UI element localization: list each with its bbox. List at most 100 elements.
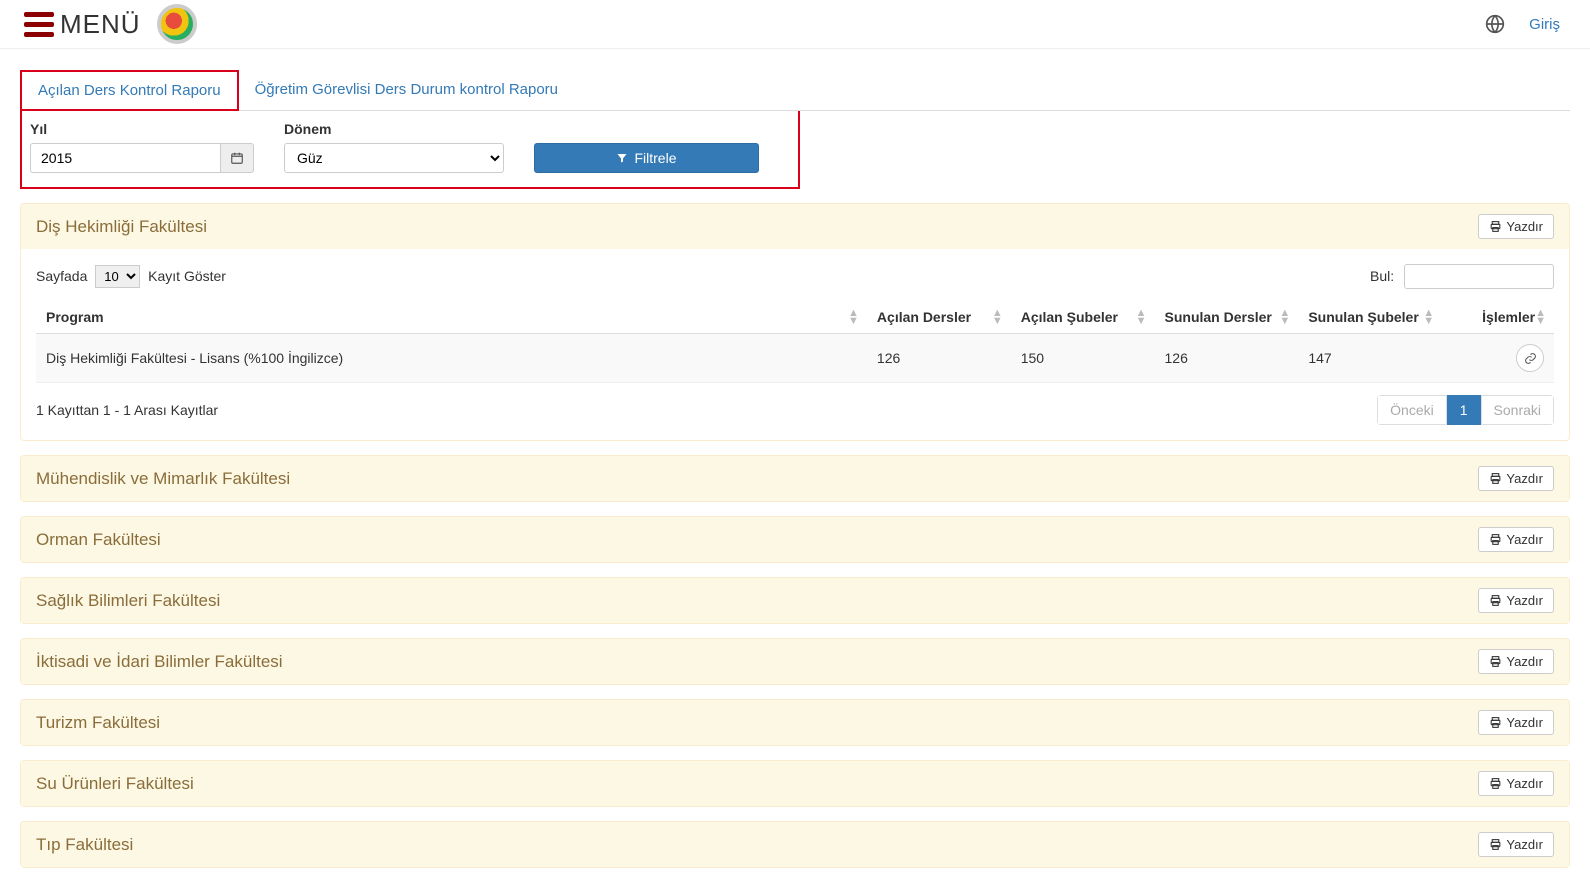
panel-title: Mühendislik ve Mimarlık Fakültesi — [36, 469, 290, 489]
year-label: Yıl — [30, 121, 254, 137]
panel-heading[interactable]: İktisadi ve İdari Bilimler Fakültesi Yaz… — [21, 639, 1569, 684]
faculty-panel: Sağlık Bilimleri Fakültesi Yazdır — [20, 577, 1570, 624]
print-button[interactable]: Yazdır — [1478, 466, 1554, 491]
navbar-left: MENÜ — [24, 4, 197, 44]
print-icon — [1489, 777, 1502, 790]
login-link[interactable]: Giriş — [1529, 16, 1560, 33]
filter-button-label: Filtrele — [634, 150, 676, 166]
print-button[interactable]: Yazdır — [1478, 649, 1554, 674]
data-table: Program▲▼ Açılan Dersler▲▼ Açılan Şubele… — [36, 301, 1554, 383]
filter-submit: Filtrele — [534, 143, 759, 173]
cell-actions — [1442, 334, 1554, 383]
globe-icon[interactable] — [1485, 14, 1505, 34]
sort-icon: ▲▼ — [992, 309, 1001, 325]
print-button[interactable]: Yazdır — [1478, 588, 1554, 613]
page-prev[interactable]: Önceki — [1377, 395, 1447, 425]
panel-title: Diş Hekimliği Fakültesi — [36, 217, 207, 237]
panel-heading[interactable]: Orman Fakültesi Yazdır — [21, 517, 1569, 562]
panel-title: Su Ürünleri Fakültesi — [36, 774, 194, 794]
funnel-icon — [616, 152, 628, 164]
cell-program: Diş Hekimliği Fakültesi - Lisans (%100 İ… — [36, 334, 867, 383]
year-input[interactable] — [30, 143, 220, 173]
sort-icon: ▲▼ — [1423, 309, 1432, 325]
faculty-panel: İktisadi ve İdari Bilimler Fakültesi Yaz… — [20, 638, 1570, 685]
pagination: Önceki 1 Sonraki — [1377, 395, 1554, 425]
panel-heading[interactable]: Su Ürünleri Fakültesi Yazdır — [21, 761, 1569, 806]
hamburger-icon — [24, 12, 54, 37]
row-link-button[interactable] — [1516, 344, 1544, 372]
term-label: Dönem — [284, 121, 504, 137]
filter-term: Dönem Güz — [284, 121, 504, 173]
table-footer: 1 Kayıttan 1 - 1 Arası Kayıtlar Önceki 1… — [36, 395, 1554, 425]
university-logo — [157, 4, 197, 44]
print-icon — [1489, 472, 1502, 485]
menu-label: MENÜ — [60, 9, 141, 40]
panel-title: Turizm Fakültesi — [36, 713, 160, 733]
print-button[interactable]: Yazdır — [1478, 710, 1554, 735]
main-container: Açılan Ders Kontrol Raporu Öğretim Görev… — [0, 69, 1590, 888]
cell-sunulan-subeler: 147 — [1298, 334, 1442, 383]
page-next[interactable]: Sonraki — [1481, 395, 1554, 425]
navbar-right: Giriş — [1485, 14, 1580, 34]
calendar-icon — [230, 151, 244, 165]
print-icon — [1489, 655, 1502, 668]
term-select[interactable]: Güz — [284, 143, 504, 173]
print-icon — [1489, 716, 1502, 729]
print-button[interactable]: Yazdır — [1478, 832, 1554, 857]
tab-open-course-report[interactable]: Açılan Ders Kontrol Raporu — [20, 70, 239, 111]
print-icon — [1489, 220, 1502, 233]
sort-icon: ▲▼ — [1136, 309, 1145, 325]
sort-icon: ▲▼ — [1279, 309, 1288, 325]
print-icon — [1489, 838, 1502, 851]
cell-acilan-subeler: 150 — [1011, 334, 1155, 383]
search-input[interactable] — [1404, 264, 1554, 289]
faculty-panel: Orman Fakültesi Yazdır — [20, 516, 1570, 563]
col-acilan-subeler[interactable]: Açılan Şubeler▲▼ — [1011, 301, 1155, 334]
print-button[interactable]: Yazdır — [1478, 527, 1554, 552]
page-length-select[interactable]: 10 — [95, 265, 140, 288]
panel-heading[interactable]: Tıp Fakültesi Yazdır — [21, 822, 1569, 867]
cell-acilan-dersler: 126 — [867, 334, 1011, 383]
panel-title: İktisadi ve İdari Bilimler Fakültesi — [36, 652, 283, 672]
col-program[interactable]: Program▲▼ — [36, 301, 867, 334]
cell-sunulan-dersler: 126 — [1155, 334, 1299, 383]
tab-instructor-course-status[interactable]: Öğretim Görevlisi Ders Durum kontrol Rap… — [239, 71, 574, 108]
page-1[interactable]: 1 — [1447, 395, 1481, 425]
faculty-panel-expanded: Diş Hekimliği Fakültesi Yazdır Sayfada 1… — [20, 203, 1570, 441]
sort-icon: ▲▼ — [848, 309, 857, 325]
filter-year: Yıl — [30, 121, 254, 173]
faculty-panel: Turizm Fakültesi Yazdır — [20, 699, 1570, 746]
sort-icon: ▲▼ — [1535, 309, 1544, 325]
panel-heading[interactable]: Mühendislik ve Mimarlık Fakültesi Yazdır — [21, 456, 1569, 501]
print-button[interactable]: Yazdır — [1478, 771, 1554, 796]
col-sunulan-dersler[interactable]: Sunulan Dersler▲▼ — [1155, 301, 1299, 334]
panel-title: Sağlık Bilimleri Fakültesi — [36, 591, 220, 611]
panel-title: Orman Fakültesi — [36, 530, 161, 550]
faculty-panel: Mühendislik ve Mimarlık Fakültesi Yazdır — [20, 455, 1570, 502]
faculty-panel: Tıp Fakültesi Yazdır — [20, 821, 1570, 868]
search-control: Bul: — [1370, 264, 1554, 289]
datatable-controls: Sayfada 10 Kayıt Göster Bul: — [36, 264, 1554, 289]
filter-bar: Yıl Dönem Güz Filtrele — [20, 111, 800, 189]
calendar-button[interactable] — [220, 143, 254, 173]
panel-title: Tıp Fakültesi — [36, 835, 133, 855]
col-acilan-dersler[interactable]: Açılan Dersler▲▼ — [867, 301, 1011, 334]
tabs-row: Açılan Ders Kontrol Raporu Öğretim Görev… — [20, 69, 1570, 111]
filter-button[interactable]: Filtrele — [534, 143, 759, 173]
top-navbar: MENÜ Giriş — [0, 0, 1590, 49]
panel-body: Sayfada 10 Kayıt Göster Bul: Program▲▼ A… — [21, 249, 1569, 440]
faculty-panel: Su Ürünleri Fakültesi Yazdır — [20, 760, 1570, 807]
panel-heading[interactable]: Sağlık Bilimleri Fakültesi Yazdır — [21, 578, 1569, 623]
col-sunulan-subeler[interactable]: Sunulan Şubeler▲▼ — [1298, 301, 1442, 334]
menu-toggle[interactable]: MENÜ — [24, 9, 141, 40]
print-icon — [1489, 594, 1502, 607]
table-info: 1 Kayıttan 1 - 1 Arası Kayıtlar — [36, 402, 218, 418]
print-icon — [1489, 533, 1502, 546]
panel-heading[interactable]: Diş Hekimliği Fakültesi Yazdır — [21, 204, 1569, 249]
length-control: Sayfada 10 Kayıt Göster — [36, 265, 226, 288]
print-button[interactable]: Yazdır — [1478, 214, 1554, 239]
link-icon — [1524, 352, 1537, 365]
panel-heading[interactable]: Turizm Fakültesi Yazdır — [21, 700, 1569, 745]
table-row: Diş Hekimliği Fakültesi - Lisans (%100 İ… — [36, 334, 1554, 383]
col-islemler[interactable]: İşlemler▲▼ — [1442, 301, 1554, 334]
